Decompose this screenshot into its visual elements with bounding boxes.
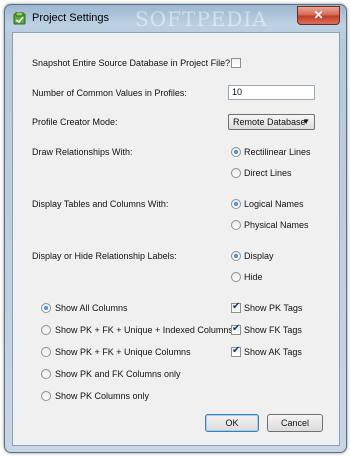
physical-names-label: Physical Names [244,220,309,230]
title-bar[interactable]: Project Settings SOFTPEDIA ✕ [5,5,346,31]
snapshot-label: Snapshot Entire Source Database in Proje… [32,58,231,68]
show-pk-fk-unique-indexed-label: Show PK + FK + Unique + Indexed Columns [55,325,233,335]
radio-show-pk-fk-unique[interactable] [41,347,51,357]
radio-direct-lines[interactable] [231,168,241,178]
show-pk-fk-only-label: Show PK and FK Columns only [55,369,181,379]
radio-hide[interactable] [231,272,241,282]
snapshot-checkbox[interactable] [231,58,241,68]
common-values-input[interactable]: 10 [228,85,315,100]
app-icon [13,12,26,25]
ok-button[interactable]: OK [205,414,259,432]
display-label: Display [244,251,274,261]
direct-lines-label: Direct Lines [244,168,292,178]
show-ak-tags-checkbox[interactable] [231,345,241,357]
close-button[interactable]: ✕ [297,6,340,25]
show-pk-fk-unique-label: Show PK + FK + Unique Columns [55,347,191,357]
rectilinear-lines-label: Rectilinear Lines [244,147,311,157]
logical-names-label: Logical Names [244,199,304,209]
show-pk-tags-label: Show PK Tags [244,303,303,313]
watermark: SOFTPEDIA [135,7,268,31]
radio-show-pk-only[interactable] [41,391,51,401]
radio-show-pk-fk-only[interactable] [41,369,51,379]
profile-mode-value: Remote Database [233,117,306,127]
show-all-columns-label: Show All Columns [55,303,128,313]
profile-mode-dropdown[interactable]: Remote Database ▼ [228,114,315,130]
radio-rectilinear-lines[interactable] [231,147,241,157]
window-title: Project Settings [32,12,110,24]
chevron-down-icon: ▼ [302,117,310,126]
radio-show-pk-fk-unique-indexed[interactable] [41,325,51,335]
dialog-content: Snapshot Entire Source Database in Proje… [12,32,340,446]
show-fk-tags-label: Show FK Tags [244,325,302,335]
profile-mode-label: Profile Creator Mode: [32,117,118,127]
draw-relationships-label: Draw Relationships With: [32,147,133,157]
show-fk-tags-checkbox[interactable] [231,323,241,335]
common-values-label: Number of Common Values in Profiles: [32,88,187,98]
show-ak-tags-label: Show AK Tags [244,347,302,357]
hide-label: Hide [244,272,263,282]
cancel-button[interactable]: Cancel [267,414,323,432]
show-pk-only-label: Show PK Columns only [55,391,150,401]
radio-display[interactable] [231,251,241,261]
radio-physical-names[interactable] [231,220,241,230]
dialog-window: Project Settings SOFTPEDIA ✕ Snapshot En… [4,4,347,453]
radio-logical-names[interactable] [231,199,241,209]
display-tables-label: Display Tables and Columns With: [32,199,169,209]
radio-show-all-columns[interactable] [41,303,51,313]
show-pk-tags-checkbox[interactable] [231,301,241,313]
relationship-labels-label: Display or Hide Relationship Labels: [32,251,177,261]
